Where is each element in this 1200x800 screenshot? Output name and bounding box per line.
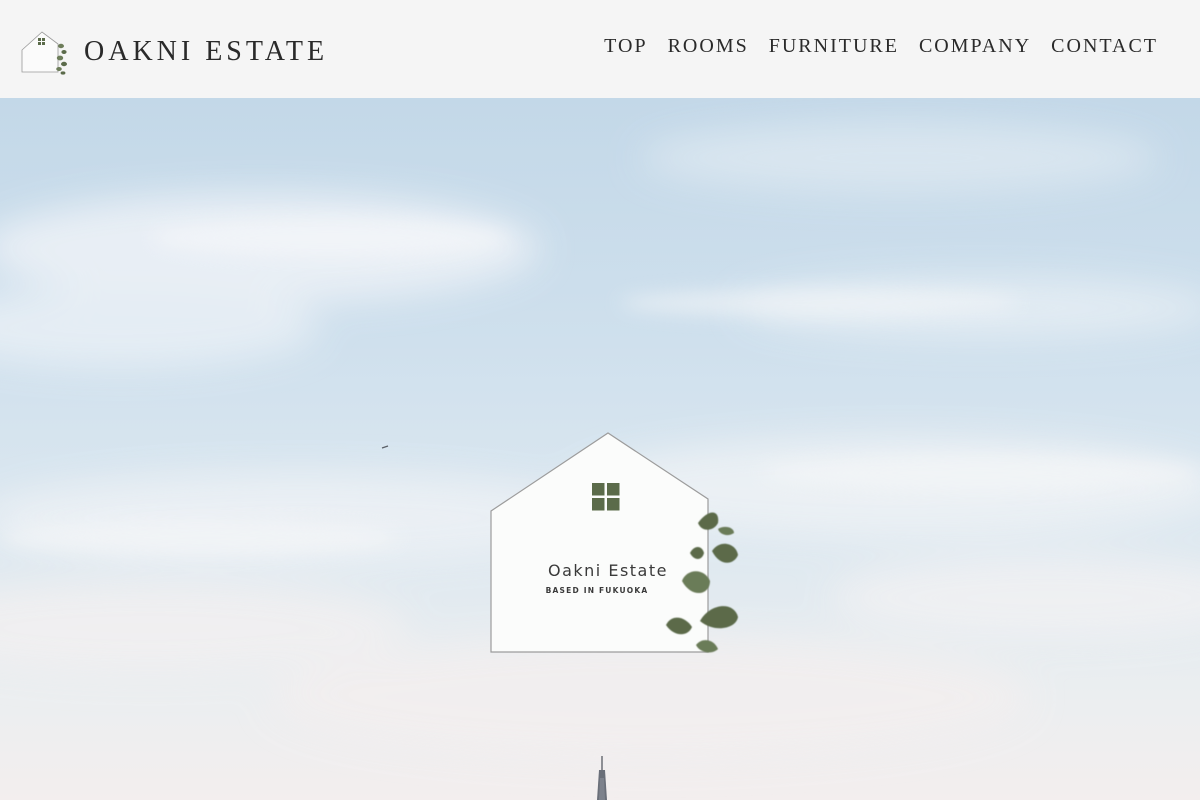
brand-logo-link[interactable]: OAKNI ESTATE [20, 28, 328, 76]
nav-item-rooms[interactable]: ROOMS [668, 36, 749, 56]
hero-logo: Oakni Estate BASED IN FUKUOKA [488, 431, 744, 663]
main-nav: TOP ROOMS FURNITURE COMPANY CONTACT [604, 36, 1158, 56]
logo-subtitle: BASED IN FUKUOKA [545, 586, 649, 595]
logo-title: Oakni Estate [548, 561, 668, 580]
tower-spire-icon [597, 756, 607, 800]
house-emblem-icon [490, 432, 738, 653]
bird-icon [381, 445, 389, 449]
nav-item-top[interactable]: TOP [604, 36, 647, 56]
nav-item-company[interactable]: COMPANY [919, 36, 1031, 56]
nav-item-furniture[interactable]: FURNITURE [769, 36, 899, 56]
hero-section: Oakni Estate BASED IN FUKUOKA [0, 98, 1200, 800]
site-header: OAKNI ESTATE TOP ROOMS FURNITURE COMPANY… [0, 0, 1200, 98]
brand-name: OAKNI ESTATE [84, 36, 329, 67]
nav-item-contact[interactable]: CONTACT [1051, 36, 1158, 56]
house-with-leaves-icon [21, 31, 67, 75]
